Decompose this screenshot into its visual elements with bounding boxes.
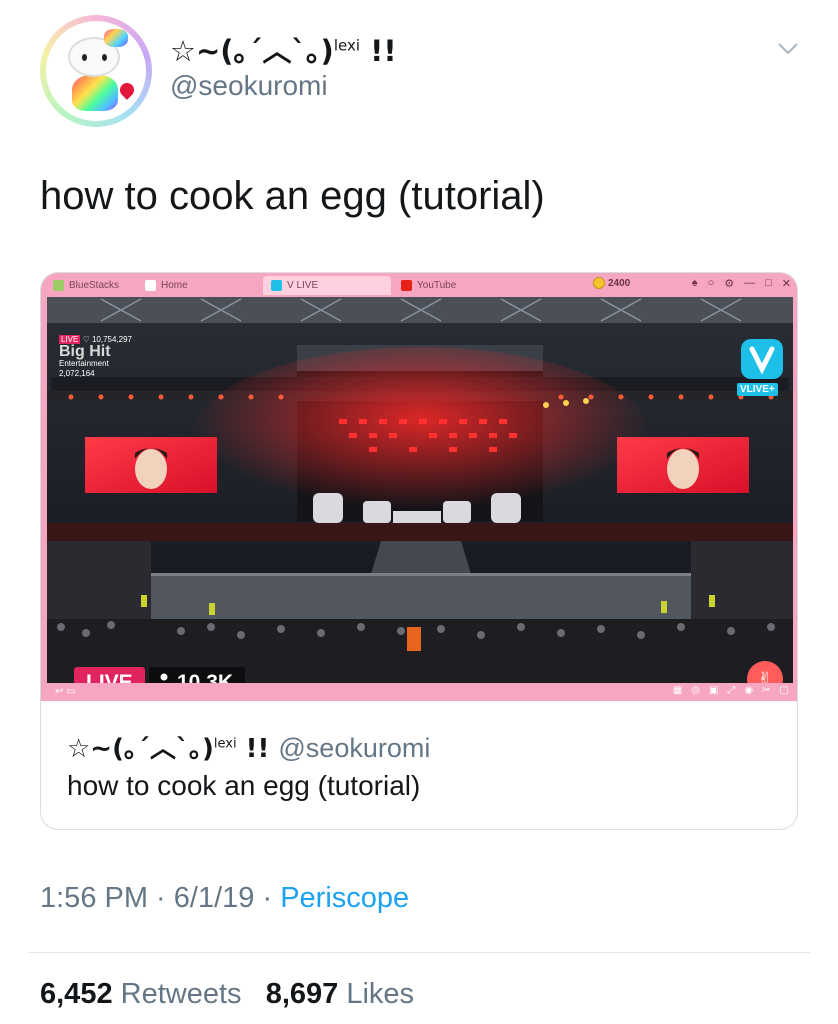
copy-icon[interactable]: ▢ (780, 685, 789, 696)
minimize-icon[interactable]: — (744, 277, 755, 290)
coin-icon (593, 277, 605, 289)
right-strip (793, 297, 797, 683)
coin-count: 2400 (608, 277, 631, 289)
window-controls: ♠ ○ ⚙ — □ ✕ (692, 277, 791, 290)
display-name-sup: lexi (333, 36, 360, 55)
stream-overlay: LIVE ♡ 10,754,297 Big Hit Entertainment … (59, 335, 133, 378)
divider (28, 952, 810, 953)
home-icon (145, 280, 156, 291)
camera-icon[interactable]: ◎ (691, 685, 700, 696)
quoted-display-name-sup: lexi (213, 736, 237, 752)
meta-separator: · (148, 882, 174, 914)
meta-separator: · (254, 882, 281, 914)
quoted-author[interactable]: ☆~(｡´︿`｡)lexi !! @seokuromi (67, 728, 430, 765)
vlive-icon (271, 280, 282, 291)
retweets-label: Retweets (120, 978, 242, 1010)
display-name-suffix: !! (360, 34, 397, 68)
tweet-date: 6/1/19 (173, 882, 255, 914)
location-icon[interactable]: ◉ (744, 685, 753, 696)
likes-stat[interactable]: 8,697 Likes (266, 978, 414, 1010)
display-name-text: ☆~(｡´︿`｡) (170, 34, 334, 68)
screen-icon[interactable]: ▣ (709, 685, 718, 696)
tweet-source-link[interactable]: Periscope (280, 882, 409, 914)
app-tab-youtube[interactable]: YouTube (393, 276, 464, 295)
viewer-count-value: 10.3K (177, 670, 234, 684)
retweets-stat[interactable]: 6,452 Retweets (40, 978, 242, 1010)
keyboard-icon[interactable]: ▦ (673, 685, 682, 696)
tweet-time: 1:56 PM (40, 882, 148, 914)
youtube-icon (401, 280, 412, 291)
app-title-bar: BlueStacks Home V LIVE YouTube 2400 ♠ ○ … (41, 273, 797, 297)
plays-count: 2,072,164 (59, 369, 95, 378)
spade-icon[interactable]: ♠ (692, 277, 698, 290)
retweets-count: 6,452 (40, 978, 113, 1010)
left-strip (41, 297, 47, 683)
resize-icon[interactable]: ⤢ (727, 685, 735, 696)
bighit-subtitle: Entertainment (59, 359, 109, 368)
app-tab-label: V LIVE (287, 280, 319, 291)
person-icon (157, 671, 171, 684)
user-handle[interactable]: @seokuromi (170, 70, 328, 102)
bighit-logo: Big Hit (59, 343, 111, 360)
settings-icon[interactable]: ⚙ (724, 277, 734, 290)
quoted-handle: @seokuromi (278, 733, 431, 763)
vlive-logo-icon (741, 339, 783, 379)
quoted-display-name-suffix: !! (236, 734, 279, 764)
app-bottom-bar: ↩ ▭ ▦ ◎ ▣ ⤢ ◉ ✂ ▢ (41, 683, 797, 701)
account-icon[interactable]: ○ (708, 277, 715, 290)
app-tab-label: BlueStacks (69, 280, 120, 291)
live-video[interactable]: LIVE ♡ 10,754,297 Big Hit Entertainment … (41, 297, 797, 684)
app-tab-bluestacks[interactable]: BlueStacks (45, 276, 127, 295)
hand-icon: ✌ (757, 668, 773, 684)
app-tab-label: YouTube (417, 280, 457, 291)
likes-count: 8,697 (265, 978, 339, 1010)
embedded-card[interactable]: BlueStacks Home V LIVE YouTube 2400 ♠ ○ … (40, 272, 798, 830)
app-tab-label: Home (161, 280, 188, 291)
app-tab-home[interactable]: Home (137, 276, 196, 295)
close-icon[interactable]: ✕ (782, 277, 791, 290)
scissors-icon[interactable]: ✂ (762, 685, 770, 696)
maximize-icon[interactable]: □ (765, 277, 772, 290)
tweet-stats: 6,452 Retweets 8,697 Likes (40, 978, 414, 1011)
app-tab-vlive[interactable]: V LIVE (263, 276, 391, 295)
display-name[interactable]: ☆~(｡´︿`｡)lexi !! (170, 28, 397, 70)
bluestacks-icon (53, 280, 64, 291)
tweet-meta: 1:56 PM · 6/1/19 · Periscope (40, 882, 409, 915)
app-toolbar-icons: ▦ ◎ ▣ ⤢ ◉ ✂ ▢ (673, 685, 789, 696)
hello-kitty-icon (46, 21, 146, 121)
tweet-text: how to cook an egg (tutorial) (40, 174, 545, 218)
concert-stage-image (41, 297, 797, 683)
back-icon[interactable]: ↩ ▭ (55, 686, 76, 697)
quoted-text: how to cook an egg (tutorial) (67, 770, 421, 801)
quoted-display-name: ☆~(｡´︿`｡) (67, 734, 214, 764)
vlive-label: VLIVE+ (737, 383, 778, 396)
avatar[interactable] (40, 15, 152, 127)
coin-counter[interactable]: 2400 (593, 277, 630, 289)
viewer-count: 10.3K (149, 667, 246, 684)
chevron-down-icon[interactable] (776, 36, 800, 60)
live-badge: LIVE (74, 667, 145, 683)
likes-label: Likes (346, 978, 415, 1010)
